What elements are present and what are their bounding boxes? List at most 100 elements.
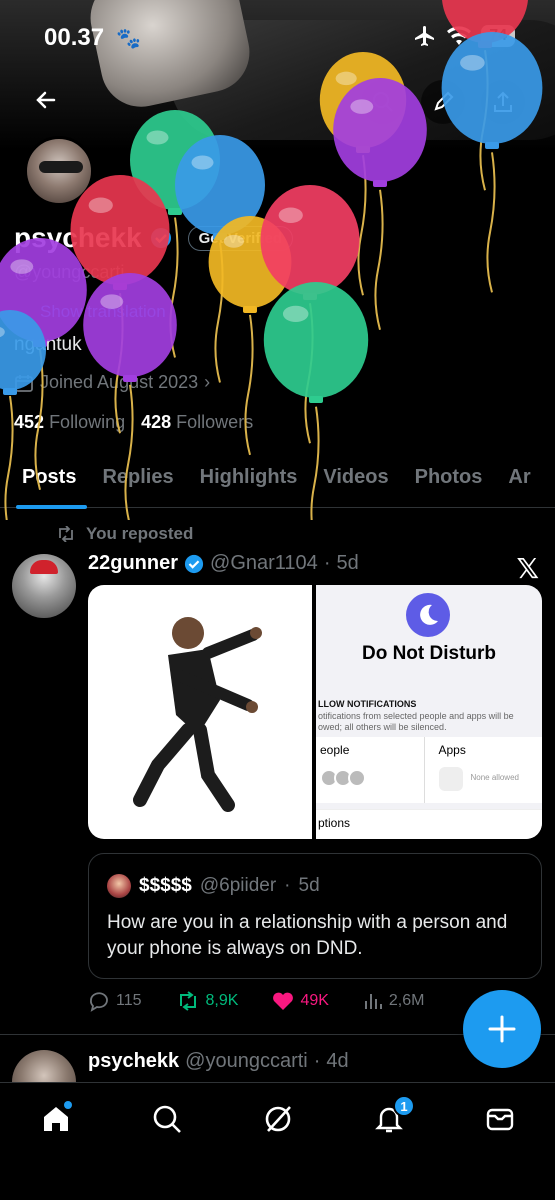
reply-button[interactable]: 115	[88, 990, 142, 1012]
nav-notifications[interactable]: 1	[333, 1083, 444, 1200]
share-button[interactable]	[481, 80, 525, 124]
profile-avatar[interactable]	[24, 136, 94, 206]
quoted-post[interactable]: $$$$$ @6piider · 5d How are you in a rel…	[88, 853, 542, 979]
search-icon	[153, 1105, 181, 1133]
chevron-right-icon: ›	[204, 372, 211, 392]
dnd-people: eople	[316, 737, 424, 803]
profile-name-row: psychekk Get Verified	[14, 222, 294, 254]
dnd-options: ptions	[316, 809, 542, 839]
wifi-icon	[447, 26, 472, 45]
profile-name: psychekk	[14, 222, 142, 253]
bottom-navigation: 1	[0, 1082, 555, 1200]
media-image-left[interactable]	[88, 585, 312, 839]
post-time: 5d	[336, 552, 359, 574]
post-handle[interactable]: @Gnar1104	[210, 552, 318, 575]
nav-search[interactable]	[111, 1083, 222, 1200]
post-actions: 115 8,9K 49K 2,6M	[88, 990, 528, 1012]
tab-highlights[interactable]: Highlights	[187, 452, 311, 507]
tab-posts[interactable]: Posts	[0, 452, 89, 509]
pencil-icon	[434, 91, 454, 111]
repost-icon	[179, 991, 196, 1011]
post-header: 22gunner @Gnar1104 · 5d	[88, 552, 359, 575]
edit-button[interactable]	[421, 80, 465, 124]
dnd-subheading: LLOW NOTIFICATIONS	[318, 699, 417, 709]
nav-grok[interactable]	[222, 1083, 333, 1200]
separator-dot: ·	[313, 1050, 321, 1072]
notifications-badge: 1	[393, 1095, 415, 1117]
status-bar: 00.37 🐾 74	[0, 0, 555, 70]
dnd-description: otifications from selected people and ap…	[318, 711, 514, 732]
quote-handle: @6piider	[199, 875, 277, 896]
follow-stats: 452 Following 428 Followers	[14, 412, 253, 433]
post2-handle[interactable]: @youngccarti	[185, 1050, 308, 1073]
show-translation-link[interactable]: Show translation	[40, 302, 166, 322]
tab-articles[interactable]: Ar	[495, 452, 543, 507]
tab-replies[interactable]: Replies	[89, 452, 186, 507]
tab-videos[interactable]: Videos	[310, 452, 401, 507]
view-count: 2,6M	[388, 992, 425, 1009]
repost-button[interactable]: 8,9K	[176, 991, 239, 1011]
separator-dot: ·	[323, 552, 331, 574]
verified-badge-icon	[150, 228, 171, 248]
x-logo-icon: 𝕏	[516, 553, 539, 584]
profile-tabs: Posts Replies Highlights Videos Photos A…	[0, 452, 555, 509]
joined-label: Joined August 2023	[40, 372, 199, 392]
following-label: Following	[49, 412, 126, 432]
status-icons: 74	[413, 24, 515, 48]
quote-author-avatar	[107, 874, 131, 898]
nav-home[interactable]	[0, 1083, 111, 1200]
post2-time: 4d	[326, 1050, 349, 1072]
views-button[interactable]: 2,6M	[363, 991, 425, 1011]
followers-label: Followers	[176, 412, 254, 432]
calendar-icon	[15, 374, 33, 392]
share-icon	[494, 91, 512, 112]
repost-indicator: You reposted	[56, 524, 193, 544]
following-link[interactable]: 452 Following	[14, 412, 125, 433]
media-image-right[interactable]: Do Not Disturb LLOW NOTIFICATIONS otific…	[316, 585, 542, 839]
post2-author[interactable]: psychekk	[88, 1050, 179, 1073]
profile-handle: @youngccarti	[14, 262, 125, 282]
profile-bio: ngantuk	[14, 334, 82, 355]
clock: 00.37	[44, 24, 105, 51]
followers-link[interactable]: 428 Followers	[141, 412, 253, 433]
repost-icon	[59, 526, 73, 542]
repost-count: 8,9K	[205, 992, 239, 1009]
post2-header: psychekk @youngccarti · 4d	[88, 1050, 349, 1073]
grok-icon	[265, 1106, 291, 1132]
none-allowed-label: None allowed	[470, 773, 519, 782]
dancing-man-figure	[133, 617, 262, 812]
dnd-panel: eople Apps None allowed	[316, 737, 542, 803]
quote-author: $$$$$	[139, 875, 192, 896]
airplane-icon	[415, 26, 435, 46]
mail-icon	[486, 1108, 513, 1131]
header-actions	[361, 80, 525, 124]
moon-icon	[406, 593, 450, 637]
search-button[interactable]	[361, 80, 405, 124]
dnd-apps: Apps None allowed	[423, 737, 543, 803]
balloon	[175, 135, 265, 383]
post-media[interactable]: Do Not Disturb LLOW NOTIFICATIONS otific…	[88, 585, 542, 839]
quote-text: How are you in a relationship with a per…	[107, 912, 508, 959]
quote-header: $$$$$ @6piider · 5d	[107, 874, 320, 898]
people-label: eople	[320, 743, 350, 757]
back-button[interactable]	[26, 80, 66, 120]
plus-icon	[488, 1015, 516, 1043]
battery-indicator: 74	[481, 25, 515, 47]
post-author-avatar[interactable]	[12, 554, 76, 618]
nav-messages[interactable]	[444, 1083, 555, 1200]
like-button[interactable]: 49K	[272, 991, 329, 1011]
joined-date[interactable]: Joined August 2023 ›	[14, 372, 210, 393]
home-unread-dot	[64, 1101, 72, 1109]
post-author[interactable]: 22gunner	[88, 552, 178, 575]
heart-icon	[273, 992, 294, 1010]
quote-time: 5d	[298, 875, 320, 896]
paw-icon: 🐾	[116, 28, 141, 50]
compose-button[interactable]	[463, 990, 541, 1068]
like-count: 49K	[300, 992, 329, 1009]
following-count: 452	[14, 412, 45, 432]
repost-label: You reposted	[86, 524, 194, 543]
followers-count: 428	[141, 412, 172, 432]
get-verified-button[interactable]: Get Verified	[187, 225, 294, 251]
views-icon	[364, 994, 382, 1009]
tab-photos[interactable]: Photos	[402, 452, 496, 507]
